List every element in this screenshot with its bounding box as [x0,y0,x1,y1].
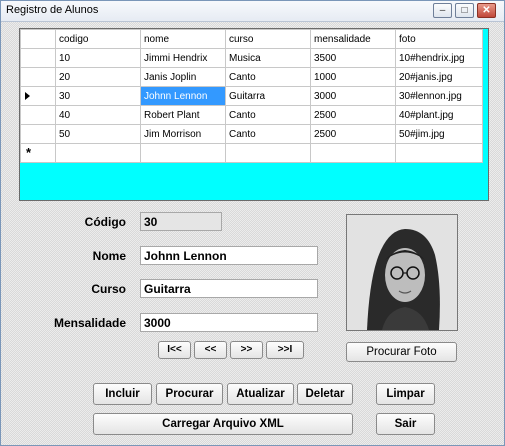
cell-foto[interactable]: 40#plant.jpg [395,105,483,125]
title-bar: Registro de Alunos – □ ✕ [1,1,504,22]
codigo-field: 30 [140,212,222,231]
maximize-button[interactable]: □ [455,3,474,18]
mensalidade-input[interactable]: 3000 [140,313,318,332]
last-record-button[interactable]: >>I [266,341,304,359]
table-row[interactable]: 40 Robert Plant Canto 2500 40#plant.jpg [20,105,483,125]
student-photo [346,214,458,331]
maximize-icon: □ [461,5,468,16]
table-row[interactable]: 10 Jimmi Hendrix Musica 3500 10#hendrix.… [20,48,483,68]
minimize-button[interactable]: – [433,3,452,18]
cell-codigo[interactable]: 50 [55,124,141,144]
window-title: Registro de Alunos [6,4,99,16]
row-header[interactable] [20,105,56,125]
atualizar-button[interactable]: Atualizar [227,383,294,405]
cell-nome[interactable]: Robert Plant [140,105,226,125]
row-header-corner[interactable] [20,29,56,49]
sair-button[interactable]: Sair [376,413,435,435]
nome-label: Nome [92,249,126,263]
cell-nome[interactable]: Janis Joplin [140,67,226,87]
grid-table: codigo nome curso mensalidade foto 10 Ji… [20,29,483,163]
new-cell[interactable] [55,143,141,163]
column-header-foto[interactable]: foto [395,29,483,49]
mensalidade-label: Mensalidade [53,316,126,330]
new-cell[interactable] [225,143,311,163]
cell-mensalidade[interactable]: 3500 [310,48,396,68]
first-record-button[interactable]: I<< [158,341,191,359]
cell-curso[interactable]: Musica [225,48,311,68]
cell-codigo[interactable]: 40 [55,105,141,125]
column-header-nome[interactable]: nome [140,29,226,49]
column-header-codigo[interactable]: codigo [55,29,141,49]
grid-header-row: codigo nome curso mensalidade foto [20,29,483,49]
students-grid[interactable]: codigo nome curso mensalidade foto 10 Ji… [19,28,489,201]
new-row[interactable]: * [20,143,483,163]
incluir-button[interactable]: Incluir [93,383,152,405]
row-header[interactable] [20,86,56,106]
cell-mensalidade[interactable]: 2500 [310,124,396,144]
carregar-xml-button[interactable]: Carregar Arquivo XML [93,413,353,435]
next-record-button[interactable]: >> [230,341,263,359]
previous-record-button[interactable]: << [194,341,227,359]
cell-curso[interactable]: Canto [225,105,311,125]
curso-label: Curso [91,282,126,296]
cell-mensalidade[interactable]: 1000 [310,67,396,87]
cell-foto[interactable]: 20#janis.jpg [395,67,483,87]
portrait-image [347,215,457,330]
limpar-button[interactable]: Limpar [376,383,435,405]
procurar-foto-button[interactable]: Procurar Foto [346,342,457,362]
curso-input[interactable]: Guitarra [140,279,318,298]
new-cell[interactable] [395,143,483,163]
new-row-star-icon: * [26,145,32,160]
row-header[interactable] [20,48,56,68]
table-row[interactable]: 30 Johnn Lennon Guitarra 3000 30#lennon.… [20,86,483,106]
cell-nome[interactable]: Jimmi Hendrix [140,48,226,68]
cell-codigo[interactable]: 30 [55,86,141,106]
column-header-mensalidade[interactable]: mensalidade [310,29,396,49]
cell-nome[interactable]: Jim Morrison [140,124,226,144]
new-cell[interactable] [310,143,396,163]
column-header-curso[interactable]: curso [225,29,311,49]
cell-mensalidade[interactable]: 2500 [310,105,396,125]
minimize-icon: – [439,5,446,16]
deletar-button[interactable]: Deletar [297,383,353,405]
new-cell[interactable] [140,143,226,163]
table-row[interactable]: 20 Janis Joplin Canto 1000 20#janis.jpg [20,67,483,87]
close-icon: ✕ [482,5,491,16]
nome-input[interactable]: Johnn Lennon [140,246,318,265]
cell-nome-selected[interactable]: Johnn Lennon [140,86,226,106]
table-row[interactable]: 50 Jim Morrison Canto 2500 50#jim.jpg [20,124,483,144]
codigo-label: Código [84,215,126,229]
main-window: Registro de Alunos – □ ✕ codigo nome cur… [0,0,505,446]
cell-curso[interactable]: Canto [225,67,311,87]
procurar-button[interactable]: Procurar [156,383,223,405]
current-row-arrow-icon [25,92,30,100]
new-row-header[interactable]: * [20,143,56,163]
cell-codigo[interactable]: 20 [55,67,141,87]
cell-curso[interactable]: Guitarra [225,86,311,106]
cell-codigo[interactable]: 10 [55,48,141,68]
cell-mensalidade[interactable]: 3000 [310,86,396,106]
cell-foto[interactable]: 30#lennon.jpg [395,86,483,106]
close-button[interactable]: ✕ [477,3,496,18]
cell-foto[interactable]: 50#jim.jpg [395,124,483,144]
cell-curso[interactable]: Canto [225,124,311,144]
row-header[interactable] [20,124,56,144]
row-header[interactable] [20,67,56,87]
cell-foto[interactable]: 10#hendrix.jpg [395,48,483,68]
